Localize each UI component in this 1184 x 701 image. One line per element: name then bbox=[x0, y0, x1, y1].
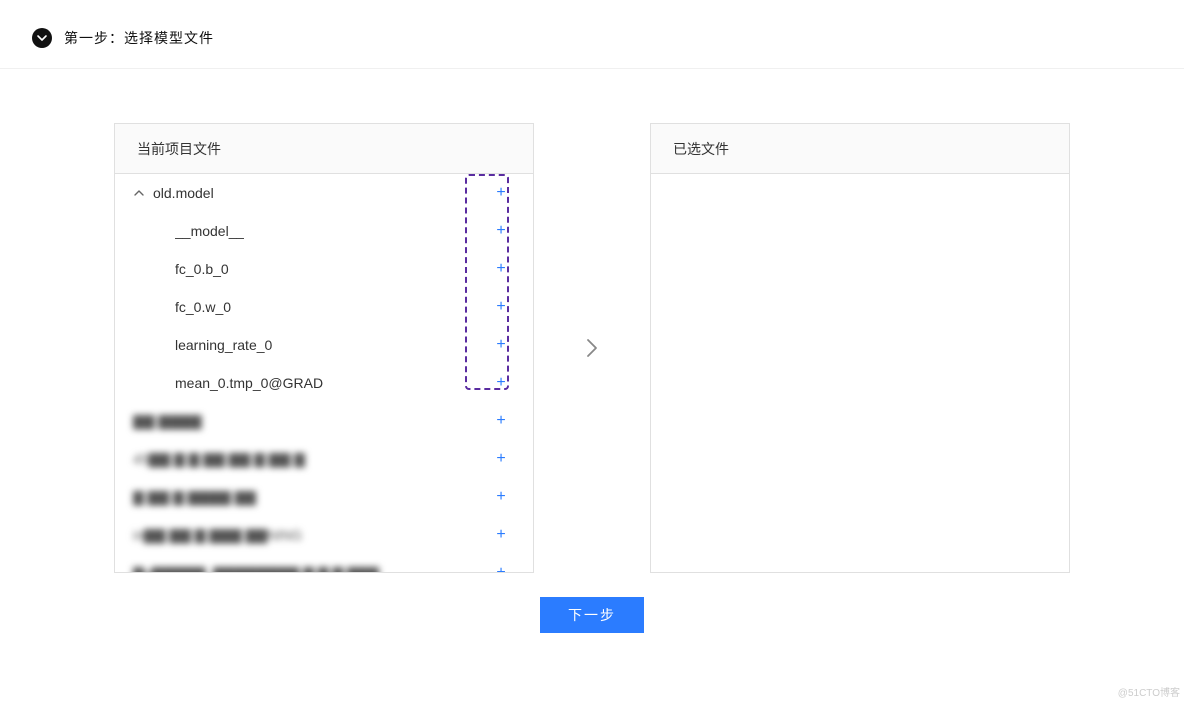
tree-item-row[interactable]: ▇ ▇▇ ▇ ▇▇▇▇ ▇▇ + bbox=[115, 478, 533, 516]
transfer-right-button[interactable] bbox=[574, 330, 610, 366]
tree-child-row[interactable]: learning_rate_0 + bbox=[115, 326, 533, 364]
footer: 下一步 bbox=[0, 573, 1184, 657]
tree-root-row[interactable]: old.model + bbox=[115, 174, 533, 212]
chevron-up-icon[interactable] bbox=[133, 187, 145, 199]
add-button[interactable]: + bbox=[491, 526, 511, 544]
tree-child-row[interactable]: mean_0.tmp_0@GRAD + bbox=[115, 364, 533, 402]
tree-item-label: in▇▇ ▇▇ ▇ ▇▇▇ ▇▇NING bbox=[133, 527, 302, 544]
source-panel-body[interactable]: old.model + __model__ + fc_0.b_0 + fc_0.… bbox=[115, 174, 533, 572]
tree-child-row[interactable]: __model__ + bbox=[115, 212, 533, 250]
tree-item-row[interactable]: ▇p▇▇▇▇▇_▇▇▇▇▇▇▇▇ ▇ ▇ ▇ ▇▇▇ + bbox=[115, 554, 533, 572]
add-button[interactable]: + bbox=[491, 336, 511, 354]
tree-child-row[interactable]: fc_0.b_0 + bbox=[115, 250, 533, 288]
source-panel: 当前项目文件 old.model + __model__ + fc_0.b_0 … bbox=[114, 123, 534, 573]
add-button[interactable]: + bbox=[491, 260, 511, 278]
tree-item-row[interactable]: in▇▇ ▇▇ ▇ ▇▇▇ ▇▇NING + bbox=[115, 516, 533, 554]
tree-child-label: fc_0.w_0 bbox=[175, 299, 231, 315]
watermark: @51CTO博客 bbox=[1118, 684, 1180, 699]
next-button[interactable]: 下一步 bbox=[540, 597, 644, 633]
add-button[interactable]: + bbox=[491, 450, 511, 468]
tree-item-label: ▇▇ ▇▇▇▇ bbox=[133, 413, 202, 430]
tree-child-label: __model__ bbox=[175, 223, 244, 239]
target-panel: 已选文件 bbox=[650, 123, 1070, 573]
step-title: 第一步：选择模型文件 bbox=[64, 28, 214, 48]
add-button[interactable]: + bbox=[491, 488, 511, 506]
tree-child-label: mean_0.tmp_0@GRAD bbox=[175, 375, 323, 391]
content-area: 当前项目文件 old.model + __model__ + fc_0.b_0 … bbox=[0, 69, 1184, 573]
step-check-icon bbox=[32, 28, 52, 48]
target-panel-body[interactable] bbox=[651, 174, 1069, 572]
source-panel-header: 当前项目文件 bbox=[115, 124, 533, 174]
add-button[interactable]: + bbox=[491, 222, 511, 240]
add-button[interactable]: + bbox=[491, 374, 511, 392]
tree-item-row[interactable]: ▇▇ ▇▇▇▇ + bbox=[115, 402, 533, 440]
add-button[interactable]: + bbox=[491, 564, 511, 572]
add-button[interactable]: + bbox=[491, 412, 511, 430]
tree-child-label: learning_rate_0 bbox=[175, 337, 272, 353]
add-button[interactable]: + bbox=[491, 184, 511, 202]
tree-item-label: ▇ ▇▇ ▇ ▇▇▇▇ ▇▇ bbox=[133, 489, 256, 506]
step-header: 第一步：选择模型文件 bbox=[0, 0, 1184, 69]
add-button[interactable]: + bbox=[491, 298, 511, 316]
tree-child-label: fc_0.b_0 bbox=[175, 261, 229, 277]
tree-item-label: 45▇▇ ▇ ▇ ▇▇ ▇▇ ▇ ▇▇ ▇ bbox=[133, 451, 305, 468]
target-panel-header: 已选文件 bbox=[651, 124, 1069, 174]
tree-child-row[interactable]: fc_0.w_0 + bbox=[115, 288, 533, 326]
tree-root-label: old.model bbox=[153, 185, 214, 201]
tree-item-row[interactable]: 45▇▇ ▇ ▇ ▇▇ ▇▇ ▇ ▇▇ ▇ + bbox=[115, 440, 533, 478]
tree-item-label: ▇p▇▇▇▇▇_▇▇▇▇▇▇▇▇ ▇ ▇ ▇ ▇▇▇ bbox=[133, 565, 379, 573]
